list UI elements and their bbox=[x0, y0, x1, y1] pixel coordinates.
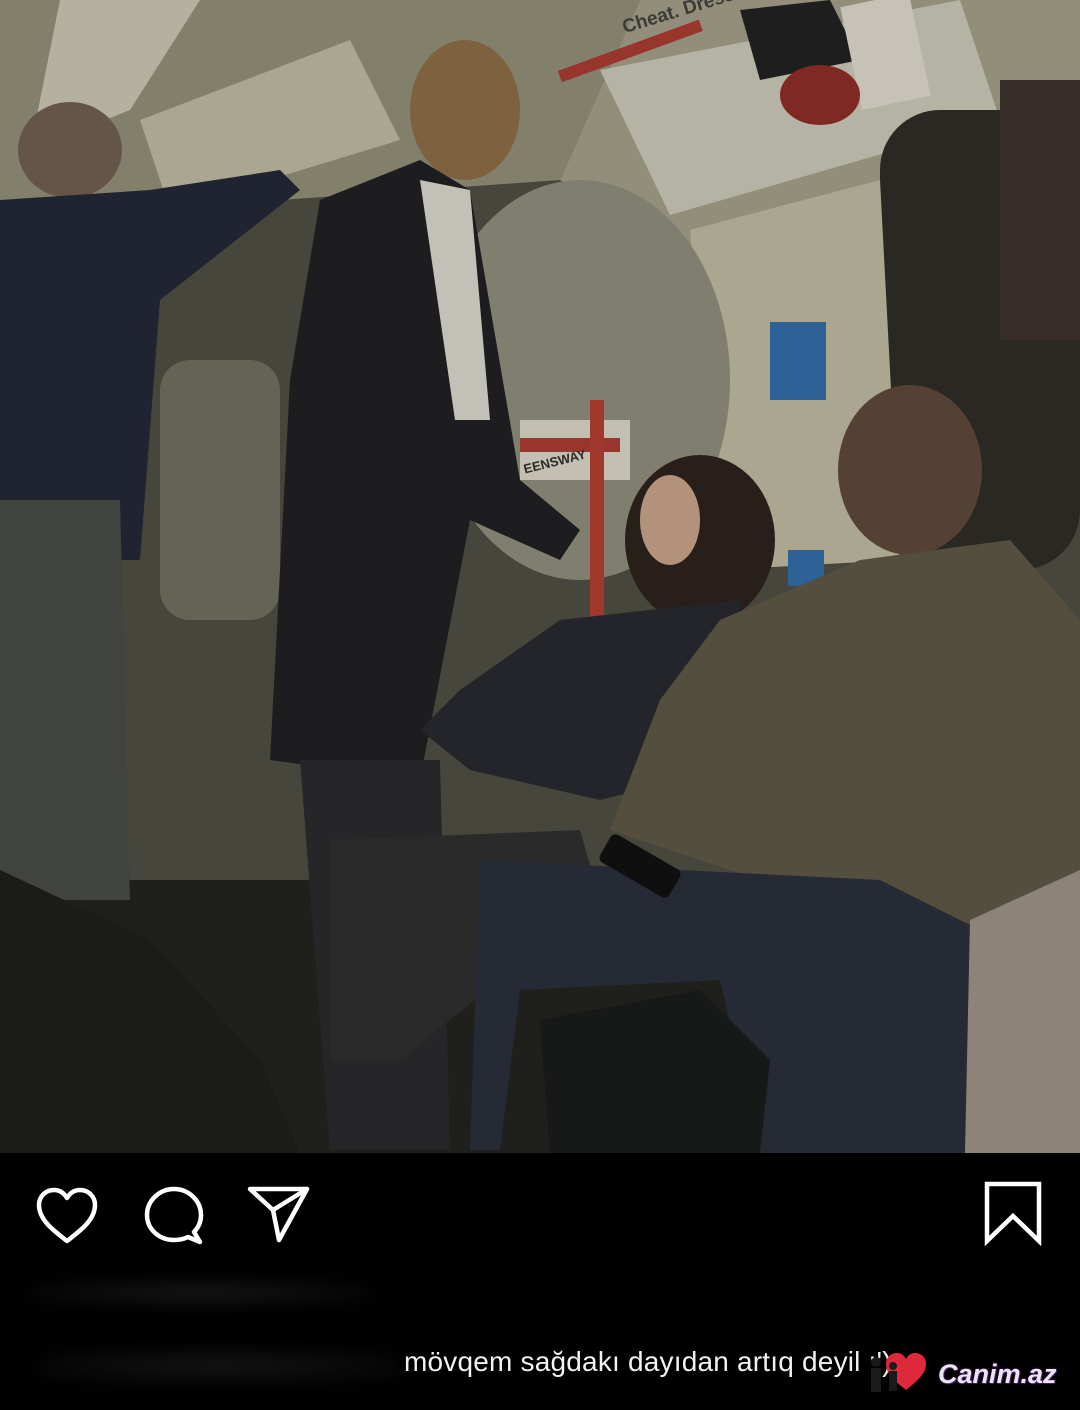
like-button[interactable] bbox=[34, 1186, 100, 1246]
heart-icon bbox=[36, 1187, 98, 1244]
watermark-text: Canim.az bbox=[938, 1359, 1057, 1389]
save-button[interactable] bbox=[982, 1180, 1044, 1246]
bookmark-icon bbox=[984, 1181, 1042, 1246]
subway-scene bbox=[0, 0, 1080, 1153]
post-photo[interactable]: Cheat. Dress better. EENSWAY bbox=[0, 0, 1080, 1153]
blurred-username bbox=[30, 1278, 370, 1308]
comment-button[interactable] bbox=[142, 1184, 206, 1246]
comment-icon bbox=[144, 1186, 204, 1245]
share-button[interactable] bbox=[246, 1184, 312, 1246]
blurred-caption-prefix bbox=[40, 1348, 400, 1384]
couple-heart-icon bbox=[871, 1353, 926, 1392]
post-caption: mövqem sağdakı dayıdan artıq deyil :') bbox=[404, 1346, 892, 1377]
share-icon bbox=[247, 1186, 310, 1243]
